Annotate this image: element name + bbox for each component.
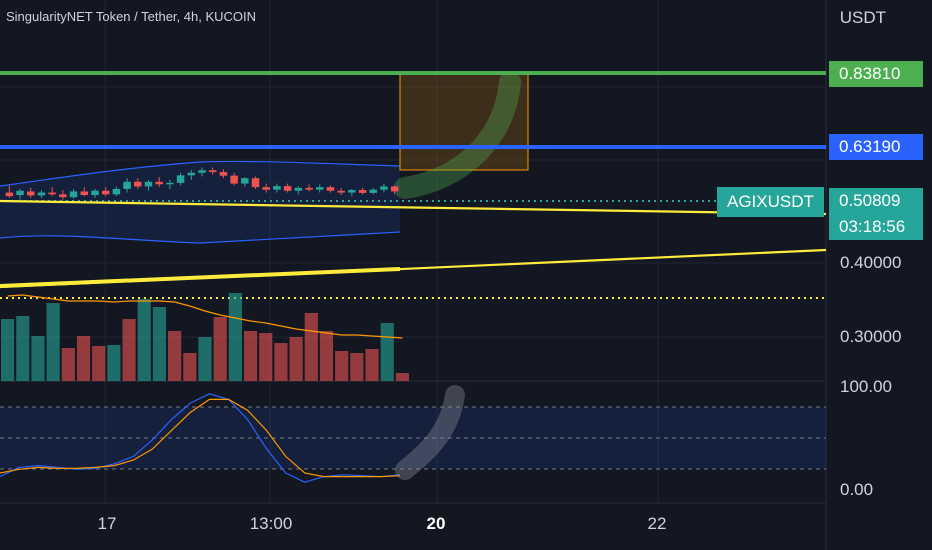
resistance-price-tag[interactable]: 0.63190 <box>829 134 923 160</box>
volume-bar <box>122 319 136 381</box>
volume-bar <box>304 313 318 381</box>
lower-trend-line-thick <box>0 267 401 288</box>
chart-area[interactable]: SingularityNET Token / Tether, 4h, KUCOI… <box>0 0 932 550</box>
candle-body <box>283 186 292 191</box>
current-price-tag[interactable]: 0.50809 03:18:56 <box>829 188 923 240</box>
volume-bar <box>16 316 30 381</box>
candle-body <box>219 172 228 176</box>
symbol-tag: AGIXUSDT <box>717 187 824 217</box>
time-tick-20: 20 <box>426 514 446 533</box>
price-tick-030: 0.30000 <box>840 327 902 346</box>
candle-body <box>123 181 131 189</box>
candle-body <box>155 181 163 185</box>
candle-body <box>241 178 249 184</box>
candle-body <box>305 187 313 190</box>
candle-body <box>273 186 281 190</box>
time-tick-1300: 13:00 <box>249 514 293 533</box>
target-price-tag[interactable]: 0.83810 <box>829 61 923 87</box>
volume-bar <box>319 331 334 381</box>
candle-body <box>251 178 260 188</box>
candle-body <box>134 181 142 187</box>
candle-body <box>380 186 388 190</box>
volume-bar <box>335 351 349 381</box>
volume-bar <box>61 348 75 381</box>
price-tick-040: 0.40000 <box>840 253 902 272</box>
volume-bar <box>137 299 151 381</box>
candle-body <box>59 194 67 198</box>
time-tick-17: 17 <box>97 514 117 533</box>
candle-body <box>101 190 110 195</box>
candle-body <box>294 187 303 191</box>
candle-body <box>315 187 324 190</box>
volume-bar <box>350 353 364 381</box>
candle-body <box>230 175 238 184</box>
volume-bar <box>198 337 212 381</box>
volume-bar <box>168 331 182 381</box>
candle-body <box>262 187 270 190</box>
volume-bar <box>243 331 258 381</box>
candle-body <box>5 192 14 197</box>
volume-bar <box>107 345 121 381</box>
candle-body <box>369 189 377 193</box>
volume-bar <box>213 317 227 381</box>
volume-bar <box>228 293 242 381</box>
oscillator-tick-100: 100.00 <box>840 377 892 396</box>
candle-body <box>166 182 174 185</box>
volume-bar <box>183 353 197 381</box>
candle-body <box>144 181 153 187</box>
volume-bar <box>76 336 91 381</box>
candle-body <box>337 190 345 193</box>
volume-bar <box>395 373 409 381</box>
candle-body <box>80 191 89 196</box>
volume-bar <box>289 337 303 381</box>
candle-body <box>326 187 335 191</box>
volume-bar <box>152 307 167 381</box>
candle-body <box>208 170 217 173</box>
candle-body <box>198 170 206 173</box>
current-price-value: 0.50809 <box>839 191 901 210</box>
chart-canvas[interactable] <box>0 0 932 550</box>
candle-body <box>112 188 121 195</box>
candle-body <box>91 190 99 196</box>
candle-body <box>187 172 196 176</box>
oscillator-tick-0: 0.00 <box>840 480 874 499</box>
currency-label: USDT <box>839 8 886 27</box>
candle-body <box>358 190 367 193</box>
volume-bar <box>31 336 45 381</box>
bar-countdown: 03:18:56 <box>839 217 906 236</box>
candle-body <box>390 186 399 192</box>
volume-bar <box>259 333 273 381</box>
volume-ma-line <box>7 294 403 339</box>
time-tick-22: 22 <box>647 514 667 533</box>
volume-bar <box>1 319 15 381</box>
volume-bar <box>380 323 394 381</box>
candle-body <box>27 191 35 196</box>
volume-bar <box>274 343 288 381</box>
candle-body <box>37 192 46 196</box>
candle-body <box>16 190 24 196</box>
candle-body <box>176 175 185 183</box>
candle-body <box>348 190 356 193</box>
candle-body <box>69 191 78 198</box>
candle-body <box>48 192 56 195</box>
candle <box>251 176 260 189</box>
chart-title: SingularityNET Token / Tether, 4h, KUCOI… <box>6 9 257 24</box>
volume-bar <box>365 349 379 381</box>
volume-bar <box>92 346 106 381</box>
volume-bar <box>46 303 60 381</box>
